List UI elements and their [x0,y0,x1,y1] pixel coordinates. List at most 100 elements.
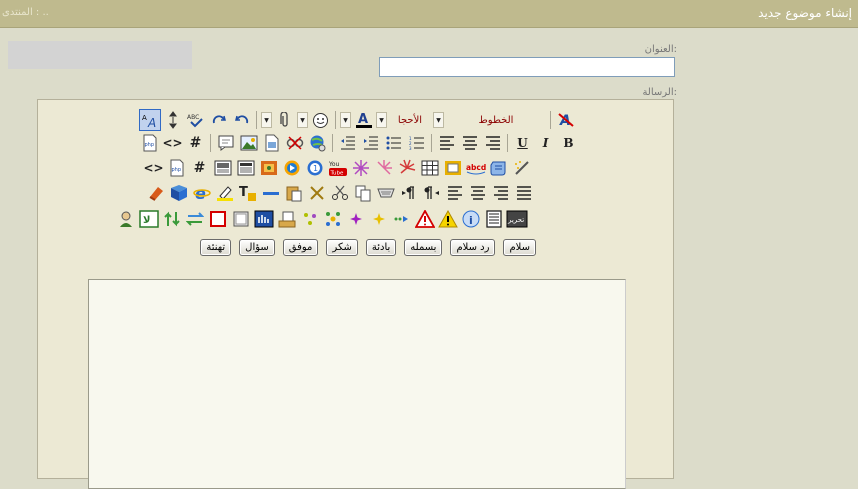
arabic-badge-icon[interactable]: لا [138,208,160,230]
dot-arrow-icon[interactable] [391,208,413,230]
php-file-icon[interactable]: php [166,157,188,179]
image-box-icon[interactable] [212,157,234,179]
rtl-direction-icon[interactable] [421,182,443,204]
paste-icon[interactable] [283,182,305,204]
justify-left-icon[interactable] [444,182,466,204]
warning-red-icon[interactable] [414,208,436,230]
document-lines-icon[interactable] [483,208,505,230]
keyboard-icon[interactable] [375,182,397,204]
quick-congrats-button[interactable]: تهنئة [200,239,232,256]
red-box-icon[interactable] [207,208,229,230]
media-player-icon[interactable] [281,157,303,179]
color-dropdown-icon[interactable]: ▼ [340,112,351,128]
magic-wand-icon[interactable] [511,157,533,179]
sparkle-red-icon[interactable] [396,157,418,179]
scroll-icon[interactable] [488,157,510,179]
horizontal-rule-icon[interactable] [260,182,282,204]
font-color-icon[interactable]: A [353,109,375,131]
purple-star-icon[interactable] [345,208,367,230]
html-code-icon[interactable]: <> [162,132,184,154]
quick-prefix-button[interactable]: بادئة [365,239,397,256]
ltr-direction-icon[interactable] [398,182,420,204]
info-icon[interactable]: i [460,208,482,230]
sparkle-purple-icon[interactable] [350,157,372,179]
justify-full-icon[interactable] [513,182,535,204]
undo-icon[interactable] [231,109,253,131]
align-center-icon[interactable] [459,132,481,154]
counter-icon[interactable]: 1 [304,157,326,179]
frame-icon[interactable] [235,157,257,179]
warning-yellow-icon[interactable] [437,208,459,230]
border-box-icon[interactable] [230,208,252,230]
highlighter-icon[interactable] [214,182,236,204]
code-hash-icon[interactable]: # [185,132,207,154]
resize-icon[interactable] [162,109,184,131]
justify-center-icon[interactable] [467,182,489,204]
quick-salam-button[interactable]: سلام [503,239,536,256]
left-right-arrows-icon[interactable] [184,208,206,230]
text-style-icon[interactable]: T [237,182,259,204]
up-down-arrows-icon[interactable] [161,208,183,230]
ie-icon[interactable]: e [191,182,213,204]
subject-input[interactable] [379,57,675,77]
edit-html-icon[interactable]: تحرير [506,208,528,230]
size-dropdown-icon[interactable]: ▼ [376,112,387,128]
quick-question-button[interactable]: سؤال [239,239,275,256]
quick-thanks-button[interactable]: شكر [326,239,358,256]
table-icon[interactable] [419,157,441,179]
justify-right-icon[interactable] [490,182,512,204]
attachment-icon[interactable] [274,109,296,131]
numbered-list-icon[interactable]: 123 [406,132,428,154]
message-textarea[interactable] [88,279,626,489]
youtube-icon[interactable]: You Tube [327,157,349,179]
align-right-icon[interactable] [482,132,504,154]
bold-icon[interactable]: B [558,132,580,154]
quick-reply-salam-button[interactable]: رد سلام [450,239,496,256]
php-icon[interactable]: php [139,132,161,154]
insert-file-image-icon[interactable] [261,132,283,154]
eraser-icon[interactable] [145,182,167,204]
copy-icon[interactable] [352,182,374,204]
cut-x-icon[interactable] [306,182,328,204]
redo-icon[interactable] [208,109,230,131]
remove-format-icon[interactable]: A [555,109,577,131]
indent-icon[interactable] [360,132,382,154]
book-icon[interactable] [168,182,190,204]
user-icon[interactable] [115,208,137,230]
italic-icon[interactable]: I [535,132,557,154]
align-left-icon[interactable] [436,132,458,154]
spellcheck-icon[interactable]: ABC [185,109,207,131]
html-tag-icon[interactable]: <> [143,157,165,179]
switch-mode-icon[interactable]: AA [138,109,161,131]
smilies-dropdown-icon[interactable]: ▼ [297,112,308,128]
font-dropdown-icon[interactable]: ▼ [433,112,444,128]
svg-text:php: php [144,142,154,148]
outdent-icon[interactable] [337,132,359,154]
star-cluster-icon[interactable] [299,208,321,230]
printer-icon[interactable] [276,208,298,230]
dots-cluster-icon[interactable] [322,208,344,230]
abcd-icon[interactable]: abcd [465,157,487,179]
size-select[interactable]: الأحجا [388,115,432,126]
toolbar-row-5: لا i تحرير [114,205,528,233]
insert-image-icon[interactable] [238,132,260,154]
breadcrumb[interactable]: المنتدى : .. [2,7,49,18]
smiley-icon[interactable] [310,109,332,131]
picture-frame-icon[interactable] [258,157,280,179]
quick-basmala-button[interactable]: بسمله [404,239,443,256]
font-select[interactable]: الخطوط [445,115,547,126]
scissors-icon[interactable] [329,182,351,204]
quick-good-luck-button[interactable]: موفق [282,239,319,256]
attach-dropdown-icon[interactable]: ▼ [261,112,272,128]
yellow-star-icon[interactable] [368,208,390,230]
svg-text:T: T [239,185,248,200]
frame-square-icon[interactable] [442,157,464,179]
quote-icon[interactable] [215,132,237,154]
insert-link-icon[interactable] [307,132,329,154]
remove-link-icon[interactable] [284,132,306,154]
underline-icon[interactable]: U [512,132,534,154]
sparkle-pink-icon[interactable] [373,157,395,179]
hash-icon[interactable]: # [189,157,211,179]
bullet-list-icon[interactable] [383,132,405,154]
blue-box-icon[interactable] [253,208,275,230]
